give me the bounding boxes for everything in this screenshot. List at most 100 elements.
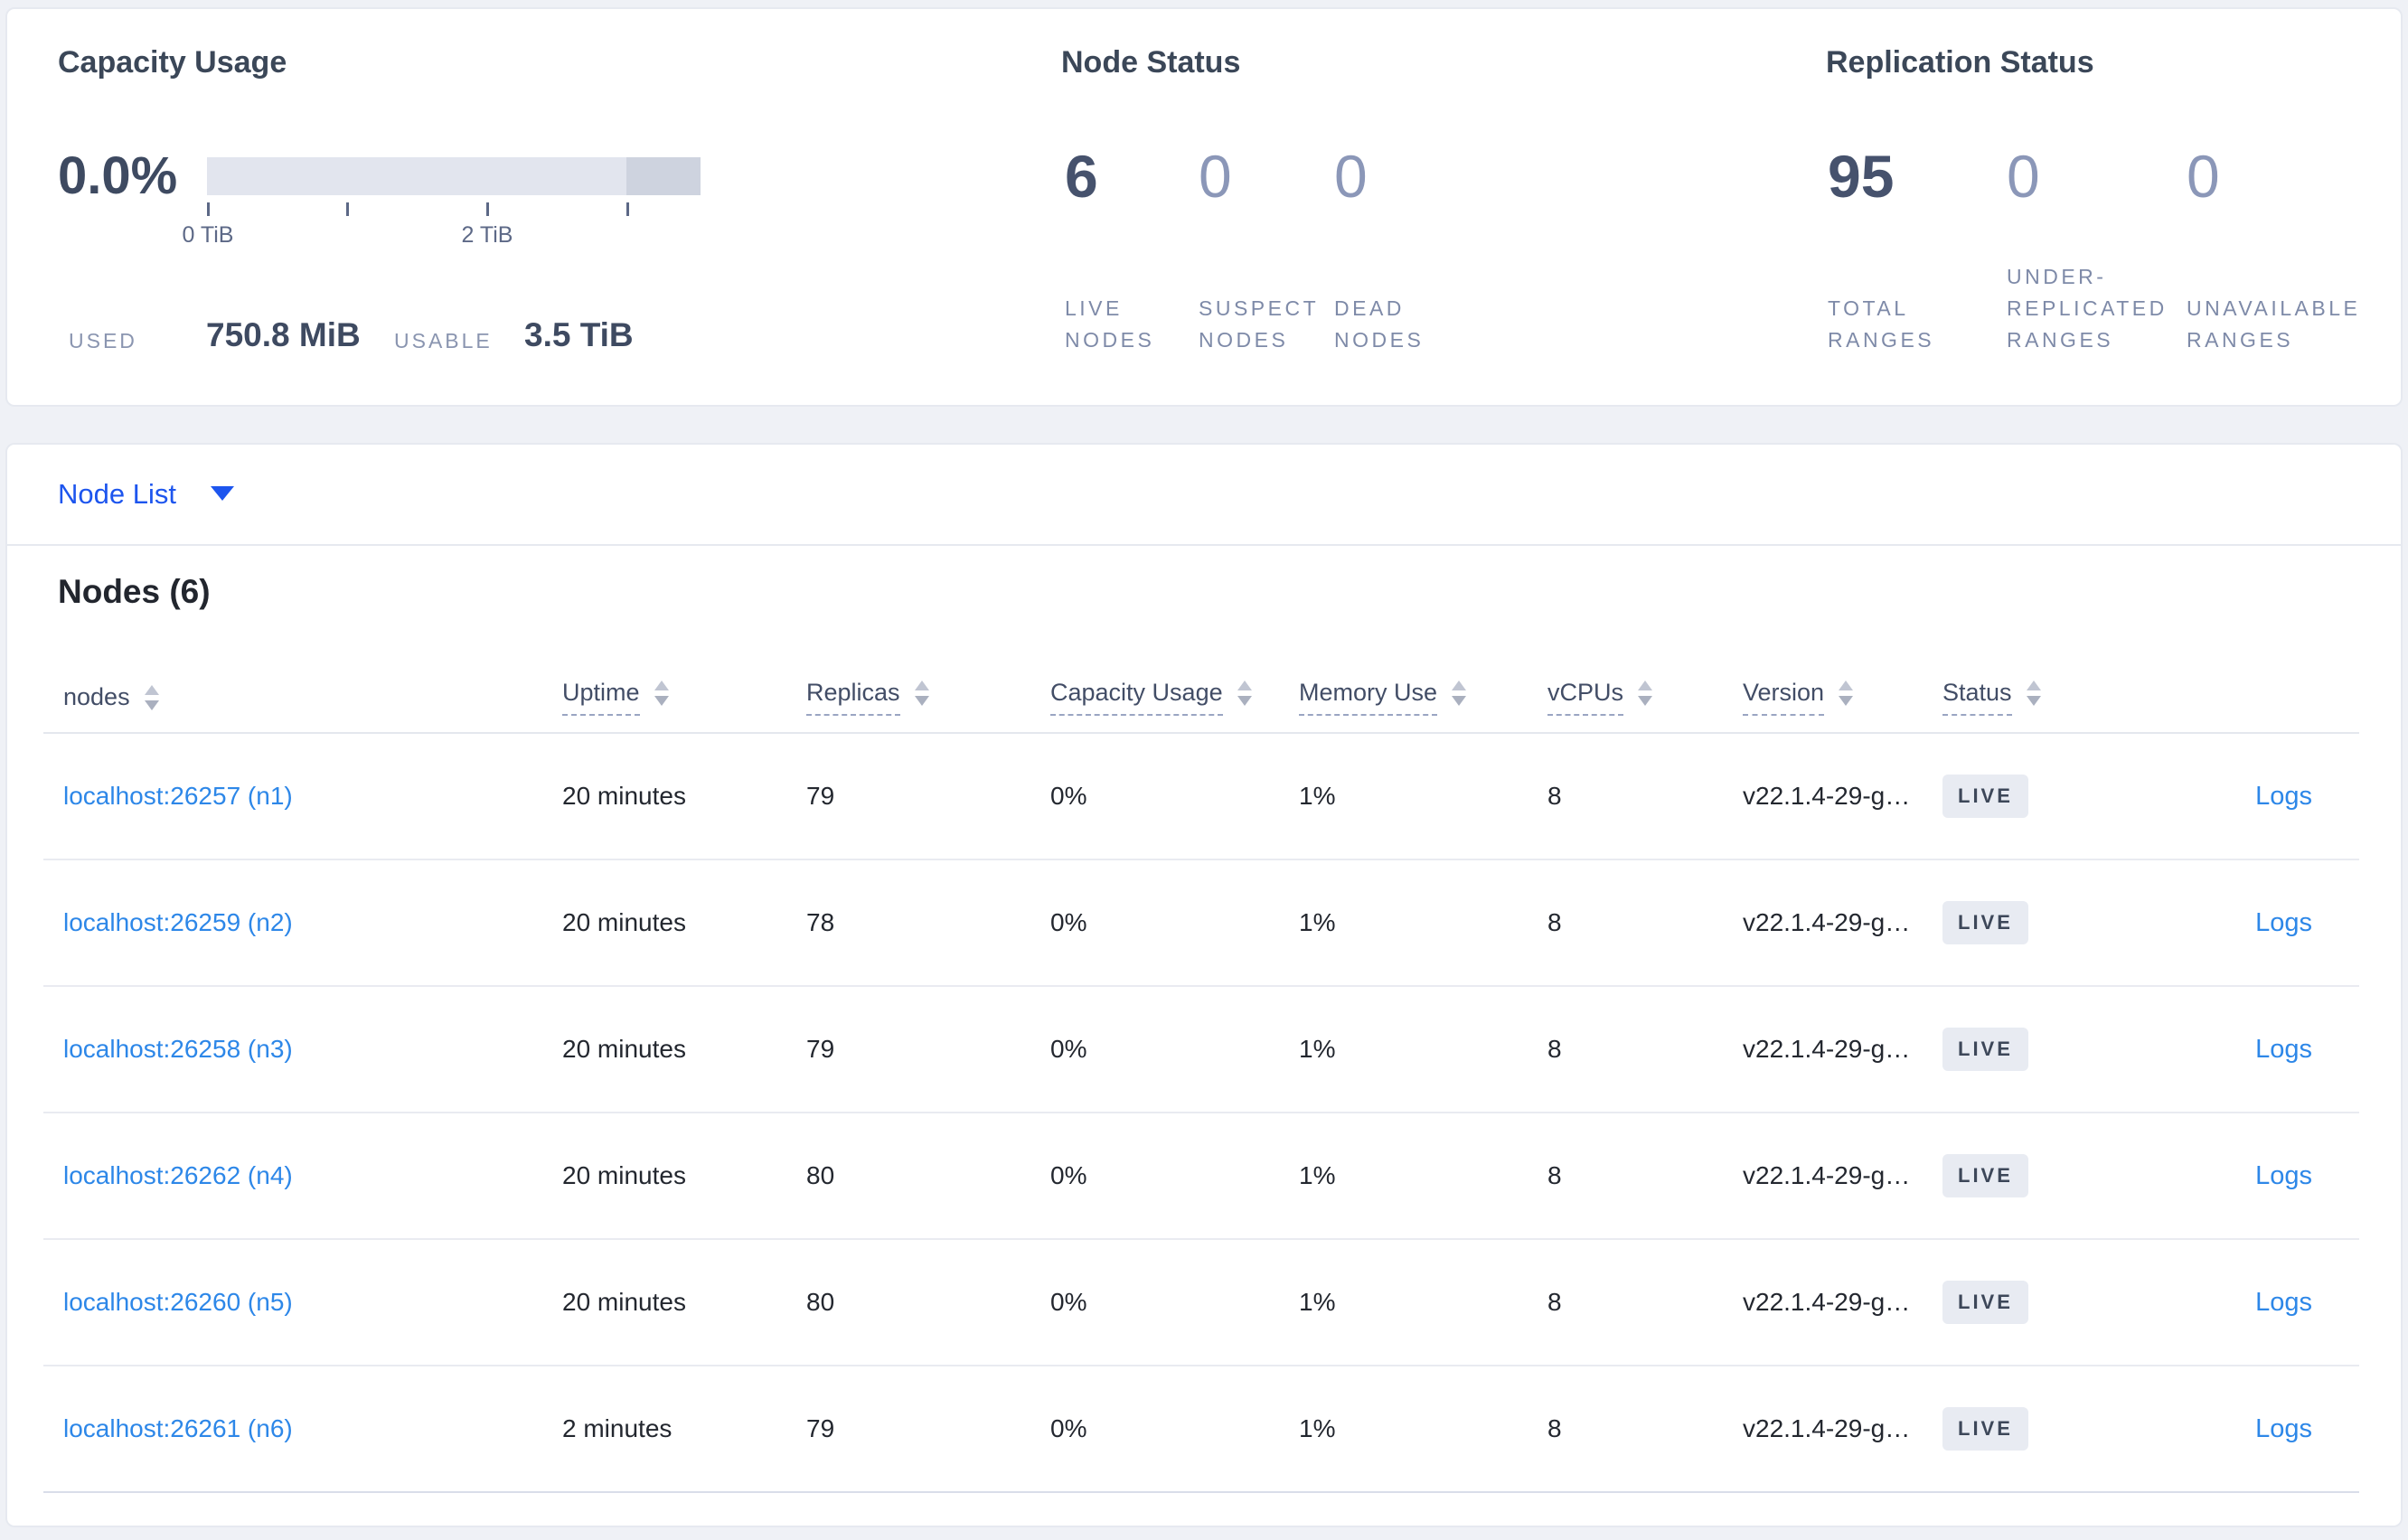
capacity-usage-title: Capacity Usage	[58, 45, 287, 80]
table-row: localhost:26262 (n4) 20 minutes 80 0% 1%…	[43, 1113, 2359, 1240]
node-link[interactable]: localhost:26260 (n5)	[63, 1288, 293, 1316]
gauge-tick	[626, 202, 629, 216]
memory-cell: 1%	[1299, 1288, 1336, 1316]
status-badge: LIVE	[1942, 1028, 2028, 1071]
uptime-cell: 20 minutes	[562, 1035, 686, 1063]
node-link[interactable]: localhost:26259 (n2)	[63, 908, 293, 936]
under-replicated-ranges-label: UNDER-REPLICATED RANGES	[2007, 265, 2168, 352]
nodes-table: nodes Uptime Replicas Capacity Usage Mem…	[43, 662, 2359, 1493]
column-header-uptime[interactable]: Uptime	[562, 679, 806, 716]
status-badge: LIVE	[1942, 901, 2028, 944]
replicas-cell: 79	[806, 782, 835, 810]
memory-cell: 1%	[1299, 908, 1336, 936]
used-label: USED	[69, 329, 137, 352]
replication-status-title: Replication Status	[1826, 45, 2094, 80]
replicas-cell: 80	[806, 1161, 835, 1189]
gauge-tick	[486, 202, 489, 216]
uptime-cell: 20 minutes	[562, 782, 686, 810]
cluster-summary-card: Capacity Usage 0.0% 0 TiB 2 TiB USED 750…	[5, 7, 2403, 407]
capacity-cell: 0%	[1050, 1288, 1087, 1316]
gauge-tick	[346, 202, 349, 216]
node-list-dropdown-label[interactable]: Node List	[58, 478, 176, 510]
capacity-percent-value: 0.0%	[58, 146, 178, 205]
memory-cell: 1%	[1299, 1035, 1336, 1063]
node-link[interactable]: localhost:26261 (n6)	[63, 1414, 293, 1442]
table-row: localhost:26260 (n5) 20 minutes 80 0% 1%…	[43, 1240, 2359, 1366]
table-row: localhost:26261 (n6) 2 minutes 79 0% 1% …	[43, 1366, 2359, 1493]
sort-icon[interactable]	[1237, 681, 1252, 707]
logs-link[interactable]: Logs	[2255, 1288, 2312, 1317]
column-header-nodes[interactable]: nodes	[63, 683, 562, 711]
chevron-down-icon	[210, 485, 234, 501]
capacity-cell: 0%	[1050, 1414, 1087, 1442]
usable-label: USABLE	[394, 329, 493, 352]
capacity-cell: 0%	[1050, 1035, 1087, 1063]
uptime-cell: 20 minutes	[562, 1161, 686, 1189]
node-status-title: Node Status	[1061, 45, 1241, 80]
used-value: 750.8 MiB	[206, 316, 361, 353]
node-list-dropdown[interactable]: Node List	[7, 445, 2401, 546]
capacity-usage-values-row: USED 750.8 MiB USABLE 3.5 TiB	[58, 315, 962, 362]
capacity-usage-section: Capacity Usage 0.0% 0 TiB 2 TiB USED 750…	[58, 9, 962, 405]
dead-nodes-count: 0	[1334, 143, 1368, 210]
replicas-cell: 79	[806, 1414, 835, 1442]
logs-link[interactable]: Logs	[2255, 782, 2312, 811]
node-status-section: Node Status 6 0 0 LIVE NODES SUSPECT NOD…	[1061, 9, 1694, 405]
total-ranges-label: TOTAL RANGES	[1828, 296, 1935, 352]
table-row: localhost:26257 (n1) 20 minutes 79 0% 1%…	[43, 734, 2359, 860]
vcpus-cell: 8	[1547, 908, 1562, 936]
sort-icon[interactable]	[654, 681, 669, 707]
logs-link[interactable]: Logs	[2255, 1161, 2312, 1190]
version-cell: v22.1.4-29-g…	[1743, 782, 1911, 810]
column-header-memory-use[interactable]: Memory Use	[1299, 679, 1547, 716]
node-link[interactable]: localhost:26257 (n1)	[63, 782, 293, 810]
capacity-gauge-bar: 0 TiB 2 TiB	[183, 157, 701, 248]
under-replicated-ranges-count: 0	[2007, 143, 2040, 210]
table-row: localhost:26259 (n2) 20 minutes 78 0% 1%…	[43, 860, 2359, 987]
live-nodes-count: 6	[1065, 143, 1098, 210]
logs-link[interactable]: Logs	[2255, 1414, 2312, 1443]
capacity-gauge-dark-segment	[626, 157, 701, 195]
node-link[interactable]: localhost:26258 (n3)	[63, 1035, 293, 1063]
column-header-capacity-usage[interactable]: Capacity Usage	[1050, 679, 1299, 716]
version-cell: v22.1.4-29-g…	[1743, 1161, 1911, 1189]
status-badge: LIVE	[1942, 1281, 2028, 1324]
version-cell: v22.1.4-29-g…	[1743, 1288, 1911, 1316]
logs-link[interactable]: Logs	[2255, 1035, 2312, 1064]
capacity-cell: 0%	[1050, 1161, 1087, 1189]
column-header-status[interactable]: Status	[1942, 679, 2142, 716]
column-header-vcpus[interactable]: vCPUs	[1547, 679, 1743, 716]
node-list-card: Node List Nodes (6) nodes Uptime Replica…	[5, 443, 2403, 1527]
column-header-replicas[interactable]: Replicas	[806, 679, 1050, 716]
sort-icon[interactable]	[1839, 681, 1854, 707]
capacity-cell: 0%	[1050, 782, 1087, 810]
version-cell: v22.1.4-29-g…	[1743, 1414, 1911, 1442]
version-cell: v22.1.4-29-g…	[1743, 1035, 1911, 1063]
sort-icon[interactable]	[1452, 681, 1467, 707]
unavailable-ranges-count: 0	[2187, 143, 2220, 210]
replication-status-section: Replication Status 95 0 0 TOTAL RANGES U…	[1826, 9, 2404, 405]
memory-cell: 1%	[1299, 1414, 1336, 1442]
sort-icon[interactable]	[2026, 681, 2041, 707]
sort-icon[interactable]	[1638, 681, 1653, 707]
nodes-table-header: nodes Uptime Replicas Capacity Usage Mem…	[43, 662, 2359, 734]
logs-link[interactable]: Logs	[2255, 908, 2312, 937]
live-nodes-label: LIVE NODES	[1065, 296, 1155, 352]
sort-icon[interactable]	[144, 685, 159, 711]
vcpus-cell: 8	[1547, 782, 1562, 810]
version-cell: v22.1.4-29-g…	[1743, 908, 1911, 936]
status-badge: LIVE	[1942, 1407, 2028, 1451]
uptime-cell: 2 minutes	[562, 1414, 673, 1442]
replicas-cell: 79	[806, 1035, 835, 1063]
column-header-version[interactable]: Version	[1743, 679, 1942, 716]
unavailable-ranges-label: UNAVAILABLE RANGES	[2187, 296, 2361, 352]
vcpus-cell: 8	[1547, 1035, 1562, 1063]
gauge-tick	[207, 202, 210, 216]
sort-icon[interactable]	[914, 681, 929, 707]
vcpus-cell: 8	[1547, 1288, 1562, 1316]
memory-cell: 1%	[1299, 782, 1336, 810]
nodes-heading: Nodes (6)	[58, 573, 211, 610]
suspect-nodes-label: SUSPECT NODES	[1199, 296, 1319, 352]
node-link[interactable]: localhost:26262 (n4)	[63, 1161, 293, 1189]
vcpus-cell: 8	[1547, 1161, 1562, 1189]
